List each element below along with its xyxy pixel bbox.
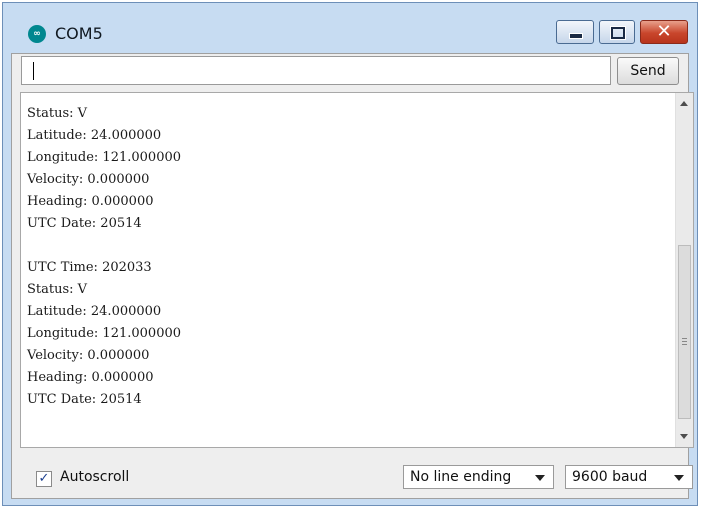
text-caret xyxy=(33,62,34,80)
close-icon: ✕ xyxy=(656,21,672,42)
baud-rate-value: 9600 baud xyxy=(572,469,648,485)
window-title: COM5 xyxy=(55,24,103,43)
checkmark-icon: ✓ xyxy=(38,471,50,486)
scroll-down-arrow-icon[interactable] xyxy=(680,434,688,439)
arduino-icon: ∞ xyxy=(28,25,46,43)
line-ending-value: No line ending xyxy=(410,469,512,485)
autoscroll-checkbox[interactable]: ✓ xyxy=(36,471,52,487)
chevron-down-icon xyxy=(674,475,684,481)
minimize-button[interactable] xyxy=(556,20,594,44)
send-input[interactable] xyxy=(21,56,611,85)
title-bar[interactable]: ∞ COM5 ✕ xyxy=(3,3,697,53)
scrollbar-thumb[interactable] xyxy=(678,244,691,420)
vertical-scrollbar[interactable] xyxy=(675,93,693,447)
minimize-icon xyxy=(569,33,583,39)
line-ending-select[interactable]: No line ending xyxy=(403,465,554,489)
send-button[interactable]: Send xyxy=(617,57,679,85)
scroll-up-arrow-icon[interactable] xyxy=(680,101,688,106)
chevron-down-icon xyxy=(535,475,545,481)
maximize-icon xyxy=(611,27,625,39)
autoscroll-label[interactable]: Autoscroll xyxy=(60,469,129,485)
maximize-button[interactable] xyxy=(599,20,635,44)
serial-output-text: Status: V Latitude: 24.000000 Longitude:… xyxy=(27,106,182,407)
baud-rate-select[interactable]: 9600 baud xyxy=(565,465,693,489)
serial-output[interactable]: Status: V Latitude: 24.000000 Longitude:… xyxy=(20,92,694,448)
close-button[interactable]: ✕ xyxy=(640,20,688,44)
status-row: ✓ Autoscroll No line ending 9600 baud xyxy=(20,455,694,495)
scroll-grip-icon xyxy=(682,337,687,339)
